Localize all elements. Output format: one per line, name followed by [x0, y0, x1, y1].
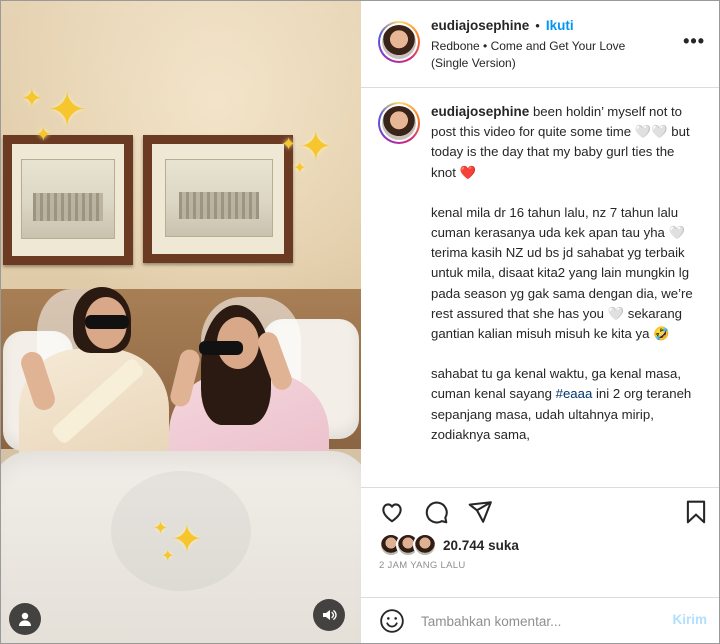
send-comment-button[interactable]: Kirim [672, 612, 707, 627]
sparkle-icon: ✦ [161, 548, 175, 565]
emoji-icon[interactable] [379, 608, 405, 634]
volume-icon [323, 610, 337, 620]
user-tag-icon [19, 612, 31, 626]
sparkle-icon: ✦ [281, 134, 297, 154]
post-actions: 20.744 suka 2 JAM YANG LALU [361, 487, 719, 598]
wall-painting-right [143, 135, 293, 263]
follow-button[interactable]: Ikuti [546, 18, 574, 33]
audio-track-link[interactable]: Redbone • Come and Get Your Love (Single… [431, 38, 661, 72]
sparkle-icon: ✦ [35, 124, 52, 146]
comment-input[interactable] [419, 609, 653, 633]
caption-scroll-area[interactable]: eudiajosephine been holdin’ myself not t… [361, 88, 719, 486]
post-video[interactable]: ✦ ✦ ✦ ✦ ✦ ✦ ✦ ✦ ✦ [1, 1, 361, 643]
comment-bar: Kirim [361, 597, 719, 643]
sparkle-icon: ✦ [293, 160, 307, 177]
likes-count[interactable]: 20.744 suka [443, 538, 519, 553]
sparkle-icon: ✦ [21, 83, 43, 113]
author-username-link[interactable]: eudiajosephine [431, 18, 529, 33]
caption-author-avatar[interactable] [378, 102, 420, 144]
post-timestamp[interactable]: 2 JAM YANG LALU [379, 560, 466, 571]
sparkle-icon: ✦ [153, 518, 169, 538]
post-caption: eudiajosephine been holdin’ myself not t… [431, 102, 701, 465]
caption-paragraph: sahabat tu ga kenal waktu, ga kenal masa… [431, 364, 701, 445]
liker-avatar [413, 533, 437, 557]
caption-paragraph: kenal mila dr 16 tahun lalu, nz 7 tahun … [431, 204, 693, 342]
post-details-panel: eudiajosephine • Ikuti Redbone • Come and … [361, 1, 719, 643]
tagged-users-button[interactable] [9, 603, 41, 635]
volume-toggle-button[interactable] [313, 599, 345, 631]
share-icon[interactable] [467, 499, 493, 525]
heart-icon[interactable] [379, 499, 405, 525]
likes-summary[interactable]: 20.744 suka [379, 533, 519, 557]
bookmark-icon[interactable] [683, 499, 709, 525]
author-avatar[interactable] [378, 21, 420, 63]
caption-paragraph: eudiajosephine been holdin’ myself not t… [431, 102, 701, 183]
comment-icon[interactable] [423, 499, 449, 525]
sparkle-icon: ✦ [171, 519, 203, 561]
separator-dot: • [535, 18, 540, 33]
sparkle-icon: ✦ [47, 84, 88, 137]
post-header: eudiajosephine • Ikuti Redbone • Come and … [361, 1, 719, 88]
hashtag-link[interactable]: #eaaa [556, 386, 593, 401]
wall-painting-left [3, 135, 133, 265]
caption-username-link[interactable]: eudiajosephine [431, 104, 529, 119]
more-options-button[interactable]: ••• [683, 31, 705, 52]
instagram-post-window: ✦ ✦ ✦ ✦ ✦ ✦ ✦ ✦ ✦ eudiajosephine • Ikuti… [0, 0, 720, 644]
